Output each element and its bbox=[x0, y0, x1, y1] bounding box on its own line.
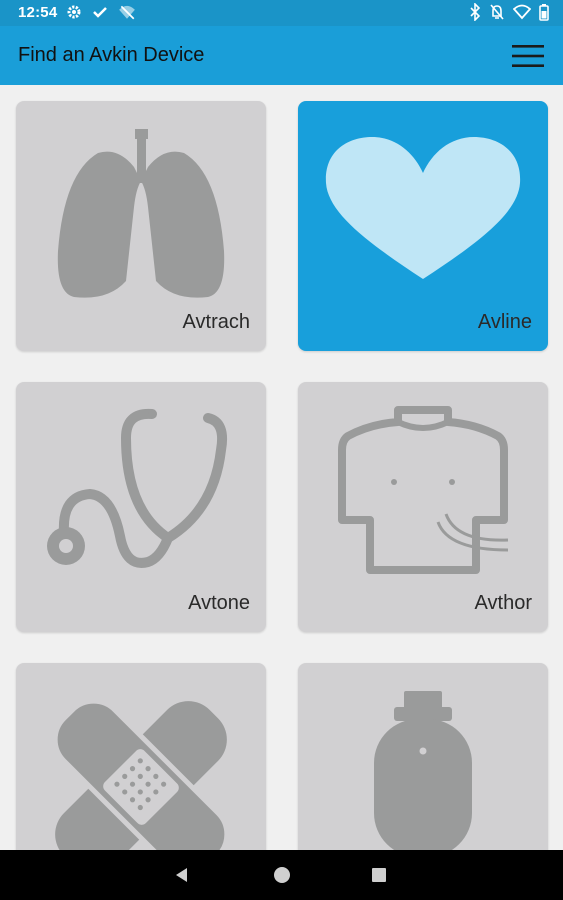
device-tile-avline[interactable]: Avline bbox=[298, 101, 548, 351]
menu-button[interactable] bbox=[511, 42, 545, 70]
back-icon bbox=[176, 868, 187, 882]
battery-icon bbox=[539, 4, 549, 21]
wristband-icon bbox=[374, 691, 472, 850]
mute-icon bbox=[490, 4, 504, 20]
device-tile-avtrach[interactable]: Avtrach bbox=[16, 101, 266, 351]
device-label-avline: Avline bbox=[477, 311, 532, 333]
check-icon bbox=[93, 7, 107, 18]
device-label-avtrach: Avtrach bbox=[182, 311, 250, 333]
home-button[interactable] bbox=[272, 865, 292, 885]
device-label-avthor: Avthor bbox=[474, 592, 532, 614]
bandage-icon bbox=[52, 698, 230, 850]
device-label-avtone: Avtone bbox=[188, 592, 250, 614]
gear-icon bbox=[67, 5, 81, 19]
status-right-icons bbox=[469, 3, 549, 21]
device-tile-bandage[interactable] bbox=[16, 663, 266, 850]
device-tile-avtone[interactable]: Avtone bbox=[16, 382, 266, 632]
status-left-icons bbox=[66, 3, 136, 21]
status-bar: 12:54 bbox=[0, 0, 563, 26]
home-icon bbox=[274, 867, 290, 883]
page-title: Find an Avkin Device bbox=[18, 44, 205, 66]
back-button[interactable] bbox=[172, 865, 192, 885]
recents-button[interactable] bbox=[369, 865, 389, 885]
recents-icon bbox=[372, 868, 386, 882]
wifi-off-icon bbox=[119, 5, 135, 20]
app-bar: Find an Avkin Device bbox=[0, 26, 563, 85]
wifi-icon bbox=[513, 4, 531, 20]
bluetooth-icon bbox=[470, 3, 481, 21]
device-tile-wristband[interactable] bbox=[298, 663, 548, 850]
hamburger-menu-icon bbox=[512, 45, 544, 67]
status-time: 12:54 bbox=[18, 4, 58, 21]
device-tile-avthor[interactable]: Avthor bbox=[298, 382, 548, 632]
navigation-bar bbox=[0, 850, 563, 900]
device-grid: Avtrach Avline Avtone Avthor bbox=[0, 85, 563, 850]
